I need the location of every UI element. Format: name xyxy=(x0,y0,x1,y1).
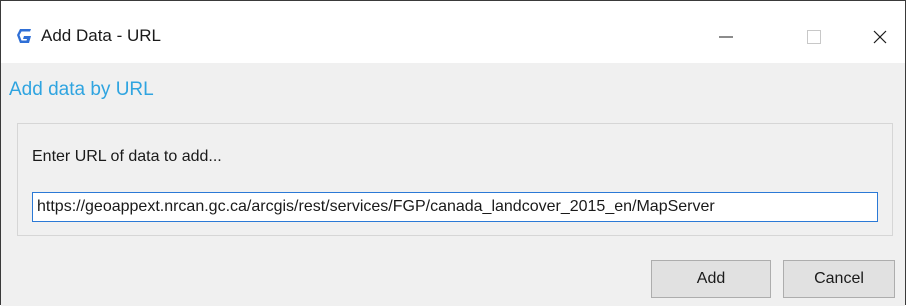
minimize-button[interactable] xyxy=(703,15,749,59)
url-prompt-label: Enter URL of data to add... xyxy=(32,148,222,165)
add-button[interactable]: Add xyxy=(651,260,771,298)
minimize-icon xyxy=(718,29,734,45)
section-heading: Add data by URL xyxy=(9,79,154,100)
url-group-panel: Enter URL of data to add... xyxy=(17,123,893,236)
close-button[interactable] xyxy=(857,15,903,59)
cancel-button[interactable]: Cancel xyxy=(783,260,895,298)
title-bar[interactable]: Add Data - URL xyxy=(1,1,905,63)
maximize-button[interactable] xyxy=(791,15,837,59)
close-icon xyxy=(872,29,888,45)
dialog-content: Add data by URL Enter URL of data to add… xyxy=(1,63,905,306)
add-data-url-window: Add Data - URL Add data by URL Enter URL… xyxy=(0,0,906,306)
window-title: Add Data - URL xyxy=(41,26,161,45)
geocortex-g-icon xyxy=(15,27,33,45)
maximize-icon xyxy=(806,29,822,45)
url-input[interactable] xyxy=(32,192,878,222)
